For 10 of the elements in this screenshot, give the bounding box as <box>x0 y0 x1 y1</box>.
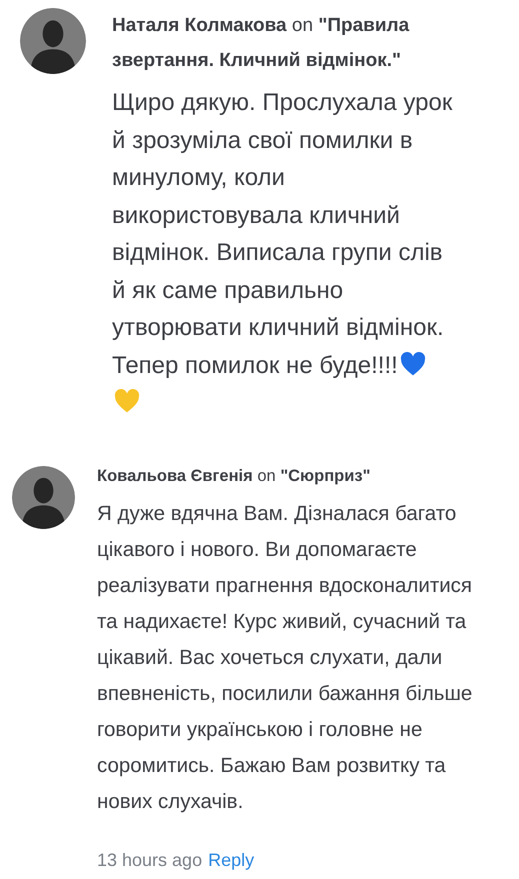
comment-header: Наталя Колмакова on "Правила звертання. Кличний відмінок." <box>112 14 410 73</box>
avatar <box>20 8 86 74</box>
heart-icon <box>114 389 140 413</box>
timestamp: 13 hours ago <box>97 850 202 870</box>
avatar <box>12 466 75 528</box>
comment-text: Щиро дякую. Прослухала урок й зрозуміла свої помилки в минулому, коли використовувала кличний відмінок. Виписала групи слів й як саме правильно утворювати кличний відмінок. Тепер помилок не буде!!!! <box>112 84 457 422</box>
reply-link[interactable]: Reply <box>208 850 254 870</box>
comment-header: Ковальова Євгенія on "Сюрприз" <box>97 466 372 486</box>
heart-icon <box>400 352 426 376</box>
comment-text: Я дуже вдячна Вам. Дізналася багато цікавого і нового. Ви допомагаєте реалізувати прагнення вдосконалитися та надихаєте! Курс живий, сучасний та цікавий. Вас хочеться слухати, дали впевненість, посилили бажання більше говорити українською і головне не соромитись. Бажаю Вам розвитку та нових слухачів. <box>97 500 474 814</box>
